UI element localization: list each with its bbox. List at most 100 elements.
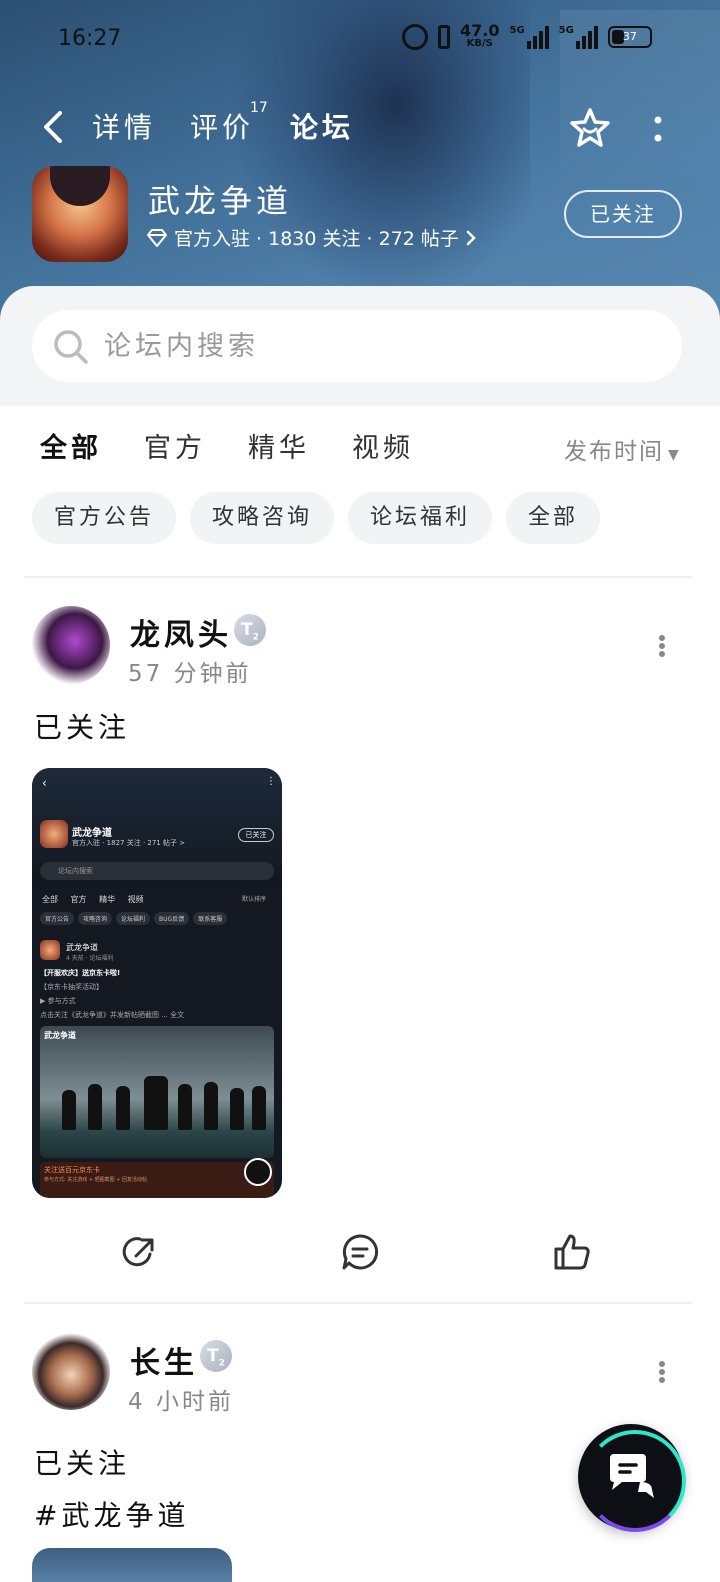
shot-post-user: 武龙争道: [66, 943, 98, 952]
shot-chips: 官方公告 攻略咨询 论坛福利 BUG反馈 联系客服: [40, 912, 228, 925]
shot-tab: 官方: [70, 895, 87, 904]
search-icon: [54, 330, 88, 364]
shot-tab: 视频: [127, 895, 144, 904]
filter-tab-all[interactable]: 全部: [40, 426, 102, 465]
net-speed: 47.0 KB/S: [460, 23, 499, 50]
post-topic-tag[interactable]: #武龙争道: [34, 1494, 189, 1534]
alarm-icon: [402, 24, 428, 50]
shot-promo-title: 关注送百元京东卡: [44, 1166, 100, 1174]
sort-label: 发布时间: [564, 439, 664, 465]
back-arrow-icon[interactable]: [40, 110, 66, 144]
badge-level: 2: [252, 632, 259, 643]
signal-1-label: 5G: [509, 25, 525, 36]
shot-promo: 关注送百元京东卡 参与方式: 关注游戏 + 晒图截图 + 回复活动帖: [40, 1162, 274, 1198]
shot-tabs: 全部 官方 精华 视频 默认排序: [42, 894, 276, 905]
signal-1-icon: 5G: [509, 25, 549, 49]
divider: [24, 1302, 692, 1304]
filter-tab-featured[interactable]: 精华: [248, 426, 310, 465]
caret-down-icon: ▼: [668, 447, 681, 463]
shot-line: 【京东卡抽奖活动】: [40, 983, 103, 991]
shot-more-icon: ⋮: [266, 776, 276, 787]
avatar[interactable]: [32, 1332, 110, 1410]
star-smile-icon[interactable]: [568, 106, 612, 150]
tab-forum[interactable]: 论坛: [290, 106, 354, 146]
silhouette: [116, 1086, 130, 1130]
shot-game-name: 武龙争道: [72, 828, 112, 839]
thumbs-up-icon[interactable]: [552, 1232, 592, 1272]
badge-letter: T: [207, 1346, 219, 1366]
badge-letter: T: [241, 620, 253, 640]
filter-tab-video[interactable]: 视频: [352, 426, 414, 465]
chat-bubble-icon: [610, 1454, 654, 1498]
tab-reviews[interactable]: 评价: [190, 106, 254, 146]
search-area: [0, 286, 720, 406]
post-more-icon[interactable]: [657, 1360, 667, 1384]
post-image[interactable]: [32, 1548, 232, 1582]
shot-line: 点击关注《武龙争道》并发新帖晒截图 ... 全文: [40, 1011, 185, 1019]
silhouette: [144, 1076, 168, 1130]
post-more-icon[interactable]: [657, 634, 667, 658]
tab-details[interactable]: 详情: [92, 106, 156, 146]
shot-chat-icon: [244, 1158, 272, 1186]
badge-level: 2: [218, 1358, 225, 1369]
post-actions: [0, 1226, 720, 1278]
shot-game-meta: 官方入驻 · 1827 关注 · 271 帖子 >: [72, 839, 186, 847]
post-text: 已关注: [34, 1447, 131, 1480]
top-nav: 详情 评价 17 论坛: [0, 100, 720, 156]
chat-fab[interactable]: [578, 1424, 686, 1532]
post-text: 已关注: [34, 711, 131, 744]
post-username[interactable]: 龙凤头: [130, 610, 232, 654]
vibrate-icon: [438, 25, 450, 49]
user-level-badge: T2: [200, 1340, 232, 1372]
game-name: 武龙争道: [148, 182, 293, 220]
shot-game-icon: [40, 820, 68, 848]
chip-all[interactable]: 全部: [506, 492, 601, 544]
reviews-count: 17: [250, 100, 268, 116]
silhouette: [88, 1084, 102, 1130]
battery-icon: 37: [607, 26, 652, 48]
silhouette: [62, 1090, 76, 1130]
search-bar[interactable]: [32, 310, 682, 382]
silhouette: [230, 1088, 244, 1130]
game-meta-text: 官方入驻 · 1830 关注 · 272 帖子: [174, 228, 459, 250]
shot-chip: 论坛福利: [116, 912, 151, 925]
filter-tabs: 全部 官方 精华 视频 发布时间 ▼: [0, 406, 720, 486]
user-level-badge: T2: [234, 614, 266, 646]
shot-post-time: 4 天前 · 论坛福利: [66, 955, 114, 962]
status-time: 16:27: [58, 26, 122, 51]
shot-chip: 联系客服: [193, 912, 228, 925]
shot-banner-logo: 武龙争道: [44, 1031, 76, 1040]
filter-tab-official[interactable]: 官方: [144, 426, 206, 465]
post-image[interactable]: ‹ ⋮ 武龙争道 官方入驻 · 1827 关注 · 271 帖子 > 已关注 论…: [32, 768, 282, 1198]
category-chips: 官方公告 攻略咨询 论坛福利 全部: [32, 492, 601, 544]
game-meta[interactable]: 官方入驻 · 1830 关注 · 272 帖子: [146, 224, 477, 251]
chip-official-notice[interactable]: 官方公告: [32, 492, 177, 544]
more-vertical-icon[interactable]: [650, 112, 666, 148]
status-icons: 47.0 KB/S 5G 5G 37: [402, 23, 652, 50]
comment-icon[interactable]: [340, 1232, 380, 1272]
signal-2-label: 5G: [558, 25, 574, 36]
shot-tab: 精华: [99, 895, 116, 904]
shot-chip: BUG反馈: [154, 912, 190, 925]
chip-welfare[interactable]: 论坛福利: [348, 492, 493, 544]
share-icon[interactable]: [120, 1232, 160, 1272]
sort-dropdown[interactable]: 发布时间 ▼: [564, 432, 681, 466]
search-input[interactable]: [104, 326, 624, 366]
post-username[interactable]: 长生: [130, 1338, 198, 1382]
game-icon[interactable]: [32, 166, 128, 262]
chevron-right-icon: [466, 230, 476, 245]
shot-post-avatar: [40, 940, 60, 960]
silhouette: [204, 1082, 218, 1130]
divider: [24, 576, 692, 578]
post-time: 57 分钟前: [128, 661, 252, 687]
follow-button[interactable]: 已关注: [564, 190, 682, 238]
silhouette: [178, 1084, 192, 1130]
shot-promo-sub: 参与方式: 关注游戏 + 晒图截图 + 回复活动帖: [44, 1177, 148, 1183]
shot-follow: 已关注: [238, 828, 274, 842]
shot-tab: 全部: [42, 895, 58, 904]
shot-chip: 攻略咨询: [78, 912, 113, 925]
post-time: 4 小时前: [128, 1389, 234, 1415]
shot-chip: 官方公告: [40, 912, 75, 925]
avatar[interactable]: [32, 606, 110, 684]
chip-guide[interactable]: 攻略咨询: [190, 492, 335, 544]
